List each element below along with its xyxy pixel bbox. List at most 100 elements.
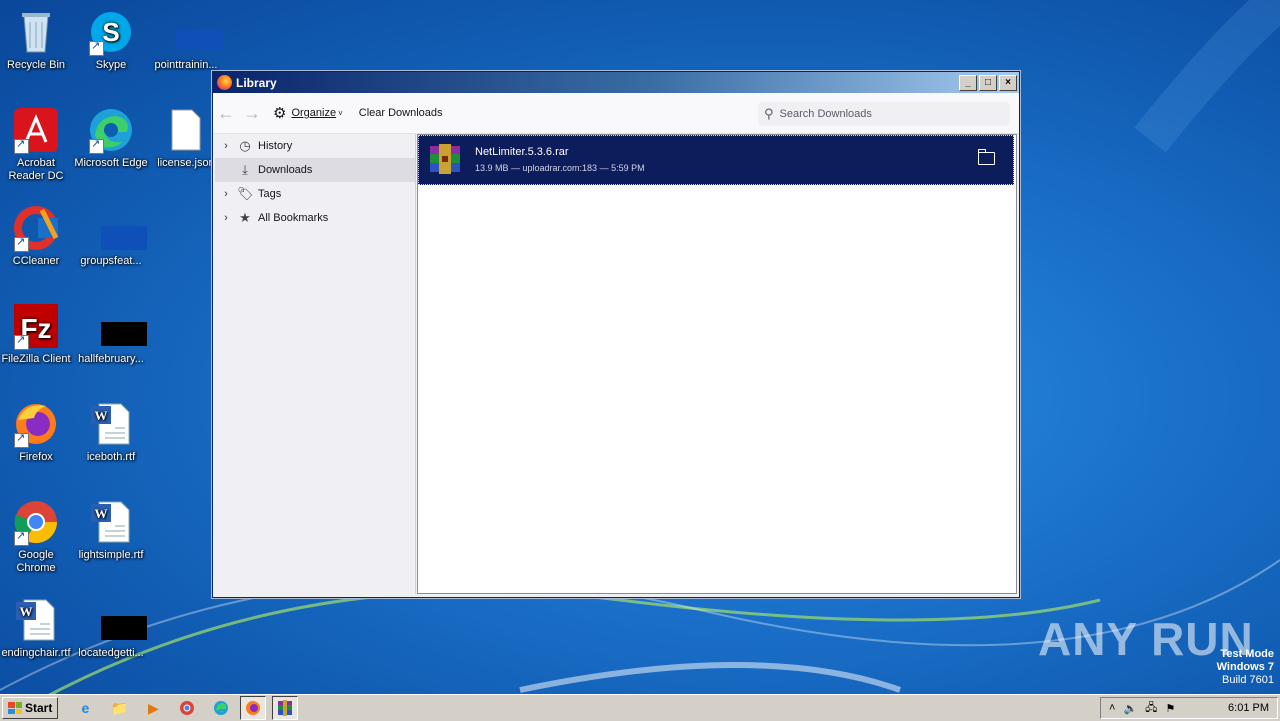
word-document-icon: W xyxy=(12,596,60,644)
svg-text:W: W xyxy=(20,604,33,619)
desktop-icon-label: Recycle Bin xyxy=(6,59,66,71)
desktop-icon-lightsimple[interactable]: W lightsimple.rtf xyxy=(73,498,149,562)
title-bar[interactable]: Library _ □ × xyxy=(213,72,1019,93)
desktop-icon-label: CCleaner xyxy=(12,255,60,267)
network-icon[interactable]: 🖧 xyxy=(1145,699,1157,718)
tag-icon: 🏷 xyxy=(237,186,254,201)
acrobat-icon xyxy=(12,106,60,154)
clock[interactable]: 6:01 PM xyxy=(1228,702,1269,714)
desktop-icon-label: Acrobat Reader DC xyxy=(8,157,64,182)
skype-icon: S xyxy=(87,8,135,56)
search-placeholder: Search Downloads xyxy=(779,108,872,120)
desktop-icon-label: locatedgetti... xyxy=(78,647,144,659)
desktop-icon-endingchair[interactable]: W endingchair.rtf xyxy=(0,596,74,660)
organize-label: Organize xyxy=(291,107,337,119)
file-thumbnail-icon xyxy=(87,204,147,252)
firefox-icon xyxy=(12,400,60,448)
sidebar-item-all-bookmarks[interactable]: › ★ All Bookmarks xyxy=(215,206,415,230)
desktop-icon-recycle-bin[interactable]: Recycle Bin xyxy=(0,8,74,72)
download-icon: ⤓ xyxy=(242,162,248,177)
clear-downloads-button[interactable]: Clear Downloads xyxy=(359,107,443,119)
desktop-icon-label: iceboth.rtf xyxy=(86,451,136,463)
desktop-icon-acrobat[interactable]: Acrobat Reader DC xyxy=(0,106,74,183)
firefox-icon xyxy=(217,75,232,90)
desktop-icon-firefox[interactable]: Firefox xyxy=(0,400,74,464)
file-explorer-icon[interactable]: 📁 xyxy=(106,697,132,719)
desktop-icon-groupsfeat[interactable]: groupsfeat... xyxy=(73,204,149,268)
system-tray: ˄ 🔈 🖧 ⚑ 6:01 PM xyxy=(1100,697,1278,719)
back-arrow-icon[interactable]: ← xyxy=(213,100,239,126)
sidebar-item-label: All Bookmarks xyxy=(258,212,329,224)
document-icon xyxy=(162,106,210,154)
desktop-icon-label: Google Chrome xyxy=(16,549,56,574)
taskbar: Start e 📁 ▶ ˄ 🔈 🖧 ⚑ 6:01 PM xyxy=(0,694,1280,721)
word-document-icon: W xyxy=(87,400,135,448)
desktop-icon-pointtraining[interactable]: pointtrainin... xyxy=(148,8,224,72)
chevron-down-icon: ˅ xyxy=(338,108,343,118)
winrar-taskbar-icon[interactable] xyxy=(272,696,299,720)
chevron-right-icon[interactable]: › xyxy=(215,140,237,152)
desktop-icon-label: Microsoft Edge xyxy=(74,157,148,169)
media-player-icon[interactable]: ▶ xyxy=(140,697,166,719)
library-toolbar: ← → ⚙ Organize ˅ Clear Downloads ⚲ Searc… xyxy=(213,93,1019,134)
test-mode-label: Test Mode xyxy=(1220,648,1274,660)
desktop-icon-edge[interactable]: Microsoft Edge xyxy=(73,106,149,170)
recycle-bin-icon xyxy=(12,8,60,56)
test-mode-watermark: Test Mode Windows 7 Build 7601 xyxy=(1217,648,1274,687)
file-thumbnail-icon xyxy=(87,302,147,350)
desktop-icon-filezilla[interactable]: Fz FileZilla Client xyxy=(0,302,74,366)
desktop-icon-chrome[interactable]: Google Chrome xyxy=(0,498,74,575)
downloads-list: NetLimiter.5.3.6.rar 13.9 MB — uploadrar… xyxy=(417,134,1017,594)
internet-explorer-icon[interactable]: e xyxy=(72,697,98,719)
chevron-right-icon[interactable]: › xyxy=(215,212,237,224)
close-button[interactable]: × xyxy=(999,74,1017,91)
shortcut-arrow-icon xyxy=(14,236,29,252)
volume-icon[interactable]: 🔈 xyxy=(1123,702,1137,715)
desktop-icon-locatedgetti[interactable]: locatedgetti... xyxy=(73,596,149,660)
desktop-icon-skype[interactable]: S Skype xyxy=(73,8,149,72)
desktop-icon-hallfebruary[interactable]: hallfebruary... xyxy=(73,302,149,366)
shortcut-arrow-icon xyxy=(89,40,104,56)
build-label: Build 7601 xyxy=(1222,674,1274,686)
svg-text:W: W xyxy=(95,506,108,521)
show-hidden-icons-icon[interactable]: ˄ xyxy=(1109,702,1115,714)
organize-button[interactable]: ⚙ Organize ˅ xyxy=(273,104,343,122)
start-button[interactable]: Start xyxy=(2,697,59,719)
chrome-taskbar-icon[interactable] xyxy=(174,697,200,719)
word-document-icon: W xyxy=(87,498,135,546)
sidebar-item-label: History xyxy=(258,140,293,152)
desktop-icon-ccleaner[interactable]: CCleaner xyxy=(0,204,74,268)
clock-icon: ◷ xyxy=(239,138,251,153)
maximize-button[interactable]: □ xyxy=(979,74,997,91)
download-item[interactable]: NetLimiter.5.3.6.rar 13.9 MB — uploadrar… xyxy=(418,135,1014,185)
desktop-icon-iceboth[interactable]: W iceboth.rtf xyxy=(73,400,149,464)
sidebar-item-tags[interactable]: › 🏷 Tags xyxy=(215,182,415,206)
star-icon: ★ xyxy=(239,210,251,225)
sidebar-item-history[interactable]: › ◷ History xyxy=(215,134,415,158)
desktop-icon-label: hallfebruary... xyxy=(78,353,144,365)
minimize-button[interactable]: _ xyxy=(959,74,977,91)
firefox-taskbar-icon[interactable] xyxy=(240,696,267,720)
shortcut-arrow-icon xyxy=(14,432,29,448)
shortcut-arrow-icon xyxy=(14,138,29,154)
sidebar-item-label: Tags xyxy=(258,188,282,200)
chevron-right-icon[interactable]: › xyxy=(215,188,237,200)
download-meta: 13.9 MB — uploadrar.com:183 — 5:59 PM xyxy=(475,163,645,173)
window-title: Library xyxy=(236,75,277,90)
desktop-icon-label: Firefox xyxy=(19,451,53,463)
library-sidebar: › ◷ History ⤓ Downloads › 🏷 Tags › ★ All… xyxy=(215,134,416,594)
file-thumbnail-icon xyxy=(87,596,147,644)
edge-taskbar-icon[interactable] xyxy=(208,697,234,719)
sidebar-item-downloads[interactable]: ⤓ Downloads xyxy=(215,158,415,182)
folder-icon[interactable] xyxy=(977,149,995,165)
shortcut-arrow-icon xyxy=(14,334,29,350)
svg-text:W: W xyxy=(95,408,108,423)
file-thumbnail-icon xyxy=(162,8,224,56)
start-label: Start xyxy=(25,701,53,715)
shortcut-arrow-icon xyxy=(89,138,104,154)
filezilla-icon: Fz xyxy=(12,302,60,350)
search-downloads-field[interactable]: ⚲ Search Downloads xyxy=(758,102,1010,126)
action-center-flag-icon[interactable]: ⚑ xyxy=(1165,702,1175,715)
forward-arrow-icon[interactable]: → xyxy=(239,100,265,126)
desktop-icon-label: lightsimple.rtf xyxy=(78,549,144,561)
